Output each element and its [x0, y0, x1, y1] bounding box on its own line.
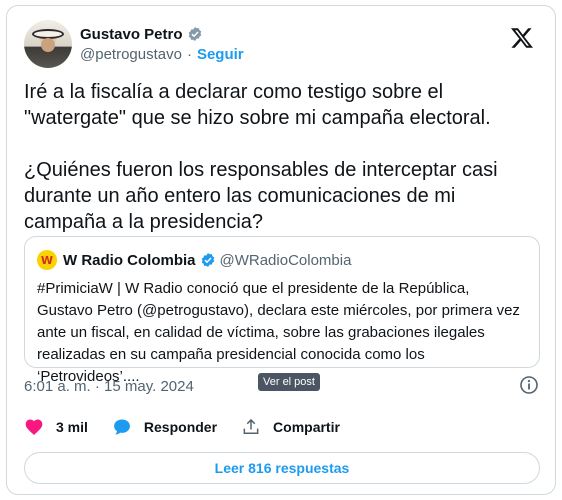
quoted-text: #PrimiciaW | W Radio conoció que el pres… [37, 280, 520, 385]
like-count: 3 mil [56, 419, 88, 435]
share-label: Compartir [273, 419, 340, 435]
quoted-tweet[interactable]: W W Radio Colombia @WRadioColombia #Prim… [24, 236, 540, 385]
share-icon [243, 418, 259, 434]
view-post-tooltip: Ver el post [258, 373, 320, 391]
author-handle-row: @petrogustavo · Seguir [80, 46, 244, 63]
author-name[interactable]: Gustavo Petro [80, 26, 183, 43]
author-name-row: Gustavo Petro [80, 24, 203, 44]
reply-label: Responder [143, 419, 218, 435]
action-bar: 3 mil Responder Compartir [24, 416, 364, 438]
share-button[interactable]: Compartir [241, 417, 340, 437]
separator-dot: · [186, 46, 192, 63]
quoted-verified-icon [200, 252, 216, 268]
tweet-card: Gustavo Petro @petrogustavo · Seguir Iré… [6, 5, 556, 495]
author-handle[interactable]: @petrogustavo [80, 46, 182, 63]
follow-button[interactable]: Seguir [197, 46, 244, 63]
like-button[interactable]: 3 mil [24, 417, 88, 437]
tweet-timestamp[interactable]: 6:01 a. m. · 15 may. 2024 [24, 376, 194, 396]
quoted-author-handle: @WRadioColombia [219, 251, 352, 269]
reply-button[interactable]: Responder [112, 417, 217, 437]
quoted-header: W W Radio Colombia @WRadioColombia [37, 250, 351, 270]
quoted-avatar: W [37, 250, 57, 270]
reply-icon [113, 419, 130, 435]
heart-icon [25, 419, 43, 435]
tweet-header: Gustavo Petro @petrogustavo · Seguir [24, 20, 540, 70]
read-replies-button[interactable]: Leer 816 respuestas [24, 452, 540, 484]
quoted-avatar-letter: W [40, 253, 54, 267]
x-logo-icon[interactable] [510, 26, 534, 50]
info-icon[interactable] [519, 375, 539, 395]
tweet-text: Iré a la fiscalía a declarar como testig… [24, 81, 498, 233]
author-avatar[interactable] [24, 20, 72, 68]
quoted-author-name: W Radio Colombia [63, 251, 196, 269]
verified-icon [187, 26, 203, 42]
